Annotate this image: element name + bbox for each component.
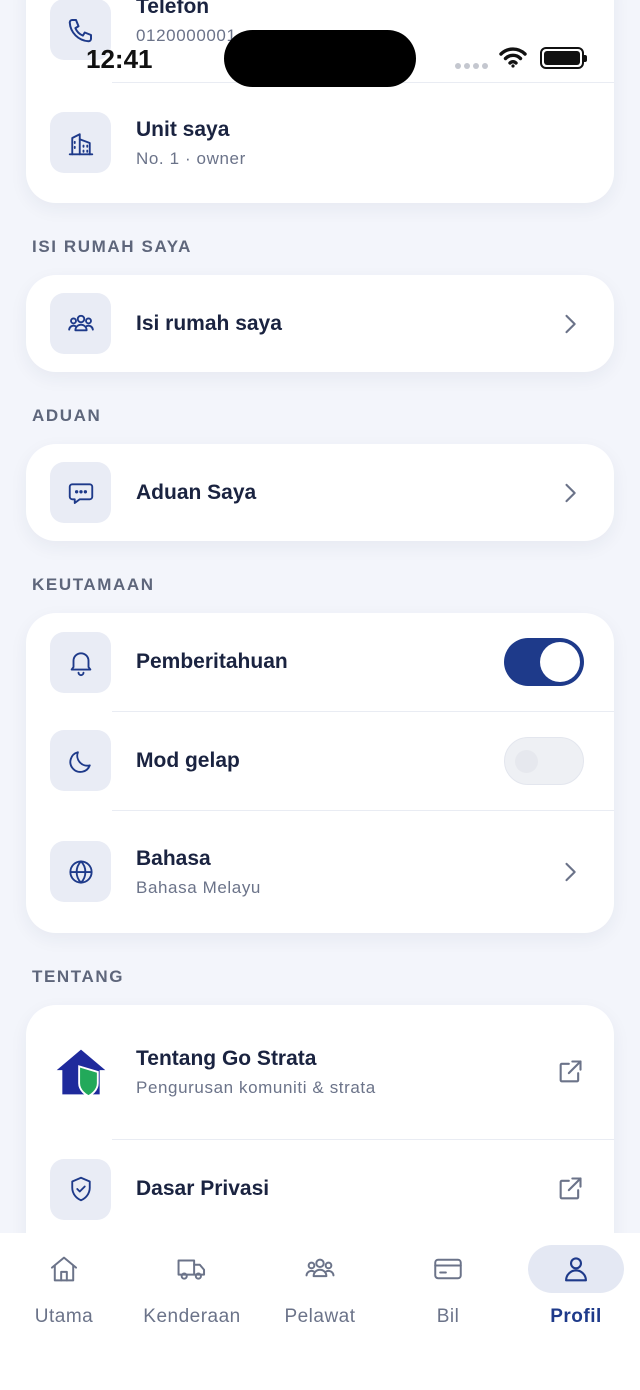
dark-mode-toggle[interactable] <box>504 736 584 785</box>
notifications-label: Pemberitahuan <box>136 650 288 673</box>
complaints-icon-box <box>50 462 111 523</box>
users-icon <box>67 314 94 331</box>
phone-label: Telefon <box>136 0 210 18</box>
about-app-label: Tentang Go Strata <box>136 1047 317 1070</box>
privacy-row[interactable]: Dasar Privasi <box>26 1139 614 1239</box>
preferences-card: Pemberitahuan Mod gelap Bahasa Bahasa Me… <box>26 613 614 933</box>
dark-mode-row: Mod gelap <box>26 711 614 810</box>
language-value: Bahasa Melayu <box>136 877 261 897</box>
building-icon-box <box>50 112 111 173</box>
household-card: Isi rumah saya <box>26 275 614 372</box>
unit-row: Unit saya No. 1 · owner <box>26 82 614 203</box>
complaints-row[interactable]: Aduan Saya <box>26 444 614 541</box>
unit-value: No. 1 · owner <box>136 148 246 168</box>
moon-icon <box>68 750 91 773</box>
complaints-card: Aduan Saya <box>26 444 614 541</box>
shield-check-icon <box>70 1176 91 1202</box>
tab-utama[interactable]: Utama <box>4 1245 124 1335</box>
app-logo-box <box>50 1042 111 1103</box>
section-label-preferences: KEUTAMAAN <box>32 575 155 594</box>
truck-icon <box>177 1259 206 1280</box>
status-time: 12:41 <box>86 44 153 74</box>
users-icon <box>305 1258 335 1278</box>
wifi-icon <box>499 47 527 68</box>
about-external-link-icon <box>556 1058 584 1086</box>
household-icon-box <box>50 293 111 354</box>
notifications-toggle[interactable] <box>504 638 584 686</box>
unit-label: Unit saya <box>136 117 230 141</box>
household-chevron-right-icon <box>556 310 584 338</box>
phone-icon <box>68 18 92 42</box>
language-icon-box <box>50 841 111 902</box>
household-label: Isi rumah saya <box>136 311 282 335</box>
dynamic-island <box>224 30 416 87</box>
about-app-row[interactable]: Tentang Go Strata Pengurusan komuniti & … <box>26 1005 614 1139</box>
tab-profil[interactable]: Profil <box>516 1245 636 1335</box>
tab-label-pelawat: Pelawat <box>284 1306 356 1327</box>
user-icon <box>565 1257 587 1282</box>
notifications-row: Pemberitahuan <box>26 613 614 711</box>
tab-label-bil: Bil <box>436 1306 460 1327</box>
section-label-about: TENTANG <box>32 967 125 986</box>
tab-bil[interactable]: Bil <box>388 1245 508 1335</box>
section-label-household: ISI RUMAH SAYA <box>32 237 193 256</box>
about-app-subtitle: Pengurusan komuniti & strata <box>136 1078 376 1097</box>
section-label-complaints: ADUAN <box>32 406 102 425</box>
about-card: Tentang Go Strata Pengurusan komuniti & … <box>26 1005 614 1265</box>
bottom-tab-bar: Utama Kenderaan Pelawat Bil Profil <box>0 1233 640 1390</box>
dark-mode-label: Mod gelap <box>136 748 240 772</box>
household-row[interactable]: Isi rumah saya <box>26 275 614 372</box>
go-strata-logo-icon <box>56 1049 105 1098</box>
complaints-label: Aduan Saya <box>136 480 257 504</box>
language-chevron-right-icon <box>556 858 584 886</box>
privacy-icon-box <box>50 1158 111 1220</box>
chat-bubble-icon <box>68 482 93 504</box>
complaints-chevron-right-icon <box>556 479 584 507</box>
language-row[interactable]: Bahasa Bahasa Melayu <box>26 810 614 933</box>
bell-icon <box>70 652 91 677</box>
credit-card-icon <box>434 1258 462 1280</box>
tab-label-utama: Utama <box>34 1306 94 1327</box>
tab-label-profil: Profil <box>550 1306 602 1327</box>
home-icon <box>50 1256 78 1282</box>
tab-kenderaan[interactable]: Kenderaan <box>132 1245 252 1335</box>
building-icon <box>68 132 93 155</box>
signal-dots-icon <box>455 63 488 69</box>
privacy-label: Dasar Privasi <box>136 1177 270 1200</box>
notifications-icon-box <box>50 631 111 693</box>
language-label: Bahasa <box>136 846 211 870</box>
dark-mode-icon-box <box>50 730 111 791</box>
tab-pelawat[interactable]: Pelawat <box>260 1245 380 1335</box>
tab-label-kenderaan: Kenderaan <box>143 1306 241 1327</box>
globe-icon <box>68 859 93 884</box>
battery-icon <box>540 47 587 69</box>
privacy-external-link-icon <box>556 1175 584 1203</box>
